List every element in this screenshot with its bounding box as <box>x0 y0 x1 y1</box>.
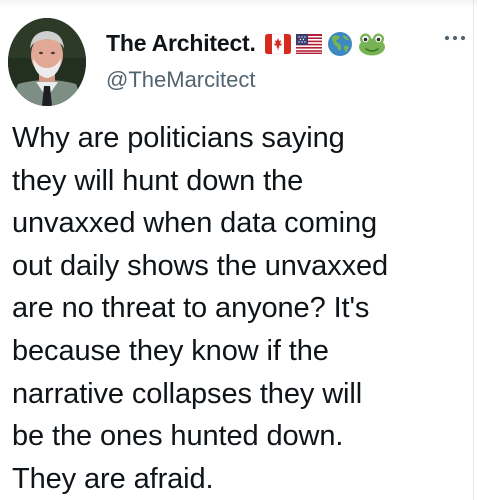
author-name-row: The Architect. <box>106 30 386 57</box>
canada-flag-icon <box>264 33 291 54</box>
display-name[interactable]: The Architect. <box>106 30 256 57</box>
user-handle[interactable]: @TheMarcitect <box>106 67 255 93</box>
globe-americas-icon <box>327 31 352 56</box>
avatar[interactable] <box>8 18 86 106</box>
us-flag-icon <box>295 33 322 54</box>
more-options-button[interactable] <box>440 28 470 48</box>
name-emojis <box>264 31 386 57</box>
tweet-text: Why are politicians saying they will hun… <box>12 122 389 495</box>
more-horizontal-icon <box>444 35 466 41</box>
frog-icon <box>358 33 385 55</box>
top-edge-strip <box>0 0 477 8</box>
